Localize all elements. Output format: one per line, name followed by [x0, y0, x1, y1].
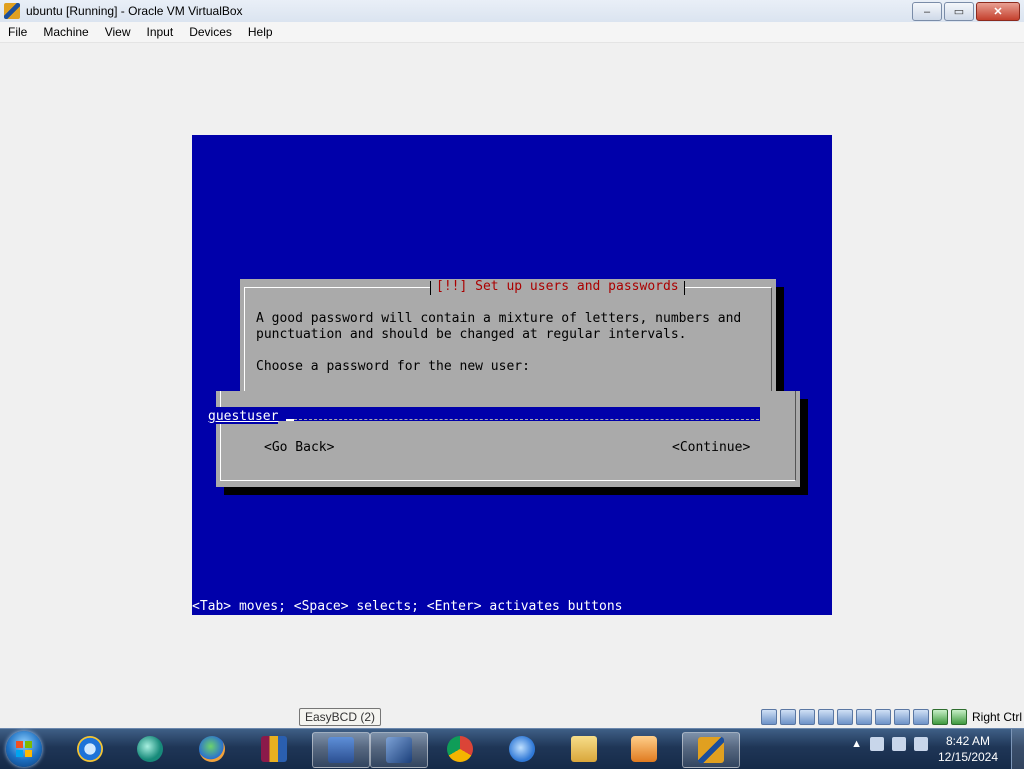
password-input[interactable]: guestuser	[208, 407, 765, 424]
taskbar-clock[interactable]: 8:42 AM 12/15/2024	[928, 733, 1008, 765]
dialog-text-line-1: A good password will contain a mixture o…	[256, 311, 742, 326]
hard-disk-icon[interactable]	[760, 709, 777, 725]
dialog-frame	[244, 287, 772, 399]
menu-input[interactable]: Input	[139, 25, 182, 39]
taskbar-tooltip: EasyBCD (2)	[299, 708, 382, 726]
clock-date: 12/15/2024	[937, 750, 999, 764]
app-icon[interactable]	[122, 732, 178, 766]
menu-machine[interactable]: Machine	[35, 25, 96, 39]
menu-help[interactable]: Help	[240, 25, 281, 39]
media-player-icon[interactable]	[616, 732, 672, 766]
virtualbox-icon[interactable]	[370, 732, 428, 768]
chrome-icon[interactable]	[432, 732, 488, 766]
network-globe-icon[interactable]	[184, 732, 240, 766]
internet-explorer-icon[interactable]	[62, 732, 118, 766]
file-explorer-icon[interactable]	[556, 732, 612, 766]
action-center-flag-icon[interactable]	[914, 737, 928, 751]
taskbar: ▲ 8:42 AM 12/15/2024	[0, 728, 1024, 769]
shared-folder-icon[interactable]	[855, 709, 872, 725]
optical-drive-icon[interactable]	[779, 709, 796, 725]
mouse-integration-icon[interactable]	[931, 709, 948, 725]
system-tray: ▲	[851, 737, 928, 751]
menu-devices[interactable]: Devices	[181, 25, 240, 39]
close-button[interactable]: ✕	[976, 2, 1020, 21]
show-desktop-button[interactable]	[1011, 729, 1024, 769]
window-titlebar: ubuntu [Running] - Oracle VM VirtualBox …	[0, 0, 1024, 22]
easybcd-icon[interactable]	[312, 732, 370, 768]
keyboard-icon[interactable]	[950, 709, 967, 725]
recording-icon[interactable]	[893, 709, 910, 725]
continue-button[interactable]: <Continue>	[672, 440, 750, 456]
dialog-text-line-2: punctuation and should be changed at reg…	[256, 327, 687, 342]
browser-icon[interactable]	[494, 732, 550, 766]
tray-expand-icon[interactable]: ▲	[851, 738, 862, 750]
installer-dialog-input-area	[216, 391, 800, 487]
usb-icon[interactable]	[836, 709, 853, 725]
menu-file[interactable]: File	[0, 25, 35, 39]
minimize-button[interactable]: –	[912, 2, 942, 21]
menu-bar: File Machine View Input Devices Help	[0, 22, 1024, 43]
cpu-virtualization-icon[interactable]	[912, 709, 929, 725]
dialog-frame-lower	[220, 391, 796, 481]
text-cursor	[286, 407, 295, 421]
audio-icon[interactable]	[798, 709, 815, 725]
dialog-title: [!!] Set up users and passwords	[430, 279, 685, 295]
menu-view[interactable]: View	[97, 25, 139, 39]
virtualbox-vm-icon[interactable]	[682, 732, 740, 768]
host-key-label: Right Ctrl	[971, 710, 1022, 724]
input-fill	[294, 409, 765, 420]
installer-dialog: [!!] Set up users and passwords A good p…	[240, 279, 776, 399]
clock-time: 8:42 AM	[945, 734, 991, 748]
restore-button[interactable]: ▭	[944, 2, 974, 21]
network-icon[interactable]	[817, 709, 834, 725]
vbox-status-bar: Right Ctrl	[760, 709, 1022, 725]
start-button[interactable]	[6, 731, 42, 767]
winrar-icon[interactable]	[246, 732, 302, 766]
window-controls: – ▭ ✕	[912, 2, 1020, 21]
vm-display[interactable]: [!!] Set up users and passwords A good p…	[192, 135, 832, 615]
keyboard-help-line: <Tab> moves; <Space> selects; <Enter> ac…	[192, 599, 623, 614]
virtualbox-app-icon	[4, 3, 20, 19]
password-prompt: Choose a password for the new user:	[256, 359, 530, 374]
go-back-button[interactable]: <Go Back>	[264, 440, 334, 456]
password-value: guestuser	[208, 409, 279, 424]
volume-muted-icon[interactable]	[892, 737, 906, 751]
network-tray-icon[interactable]	[870, 737, 884, 751]
window-title: ubuntu [Running] - Oracle VM VirtualBox	[26, 4, 243, 18]
display-icon[interactable]	[874, 709, 891, 725]
